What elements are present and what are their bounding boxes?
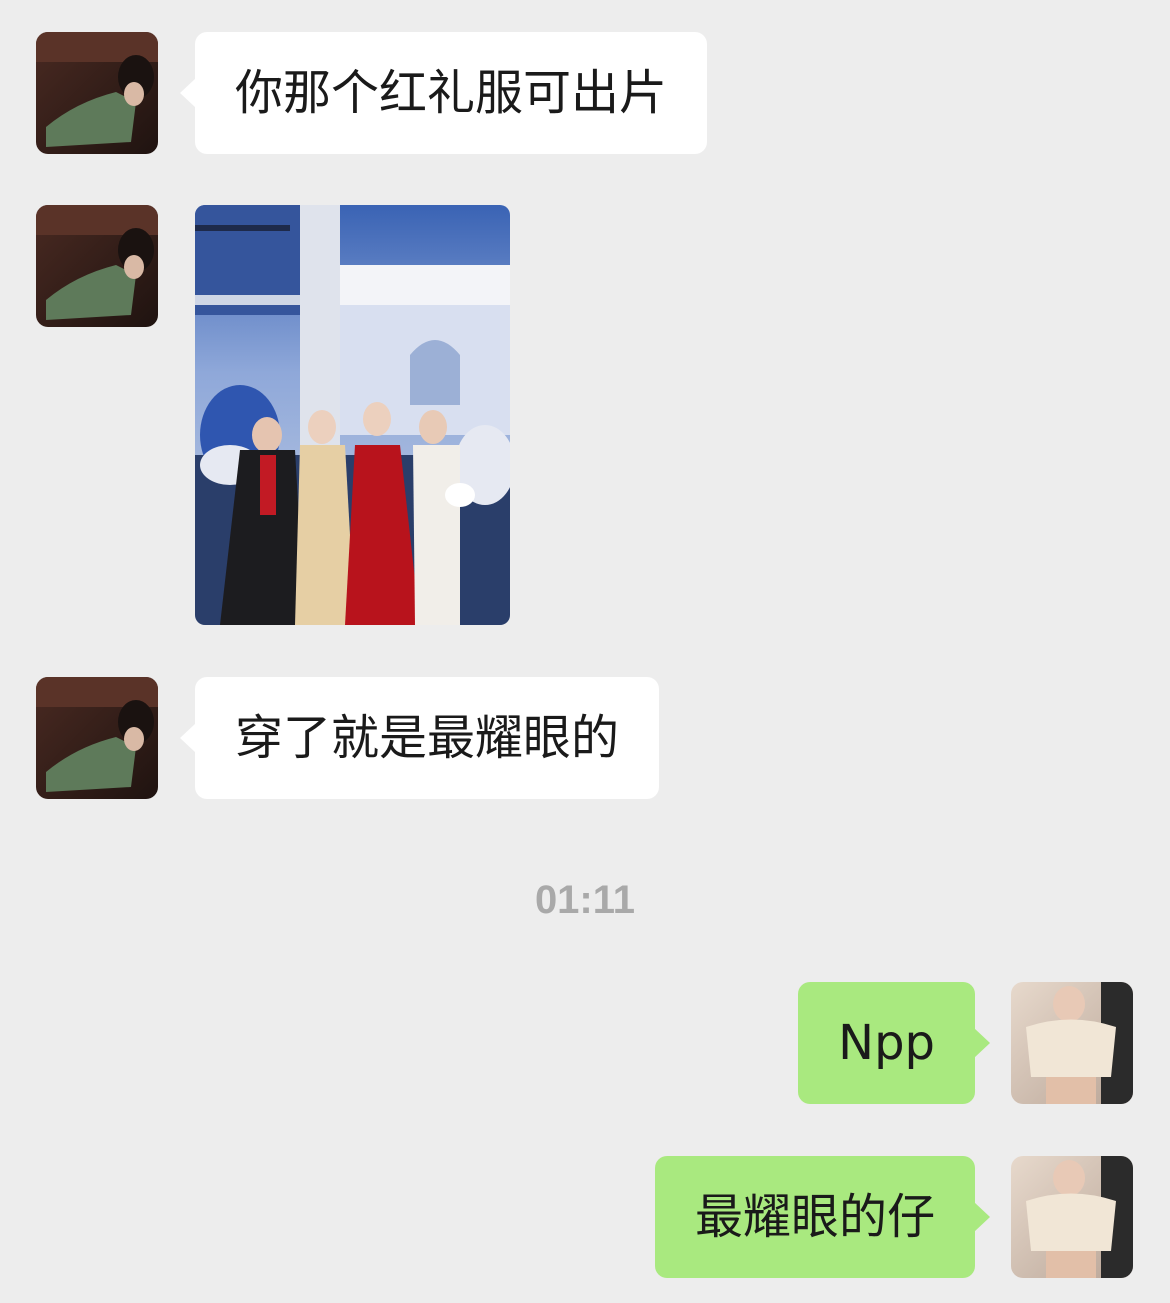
message-bubble-incoming[interactable]: 你那个红礼服可出片: [179, 32, 708, 154]
message-bubble-outgoing[interactable]: 最耀眼的仔: [654, 1156, 991, 1278]
contact-avatar[interactable]: [36, 32, 158, 154]
image-message[interactable]: [195, 205, 510, 625]
my-avatar[interactable]: [1011, 982, 1133, 1104]
message-bubble-incoming[interactable]: 穿了就是最耀眼的: [179, 677, 660, 799]
my-avatar-image: [1011, 1156, 1133, 1278]
contact-avatar[interactable]: [36, 677, 158, 799]
contact-avatar-image: [36, 205, 158, 327]
message-text: 你那个红礼服可出片: [235, 65, 668, 121]
my-avatar[interactable]: [1011, 1156, 1133, 1278]
contact-avatar-image: [36, 32, 158, 154]
message-bubble-outgoing[interactable]: Npp: [798, 982, 990, 1104]
group-photo-image: [195, 205, 510, 625]
message-timestamp: 01:11: [534, 878, 636, 922]
message-text: 最耀眼的仔: [694, 1189, 935, 1245]
contact-avatar[interactable]: [36, 205, 158, 327]
message-text: 穿了就是最耀眼的: [235, 710, 620, 766]
my-avatar-image: [1011, 982, 1133, 1104]
message-text: Npp: [838, 1015, 935, 1071]
contact-avatar-image: [36, 677, 158, 799]
